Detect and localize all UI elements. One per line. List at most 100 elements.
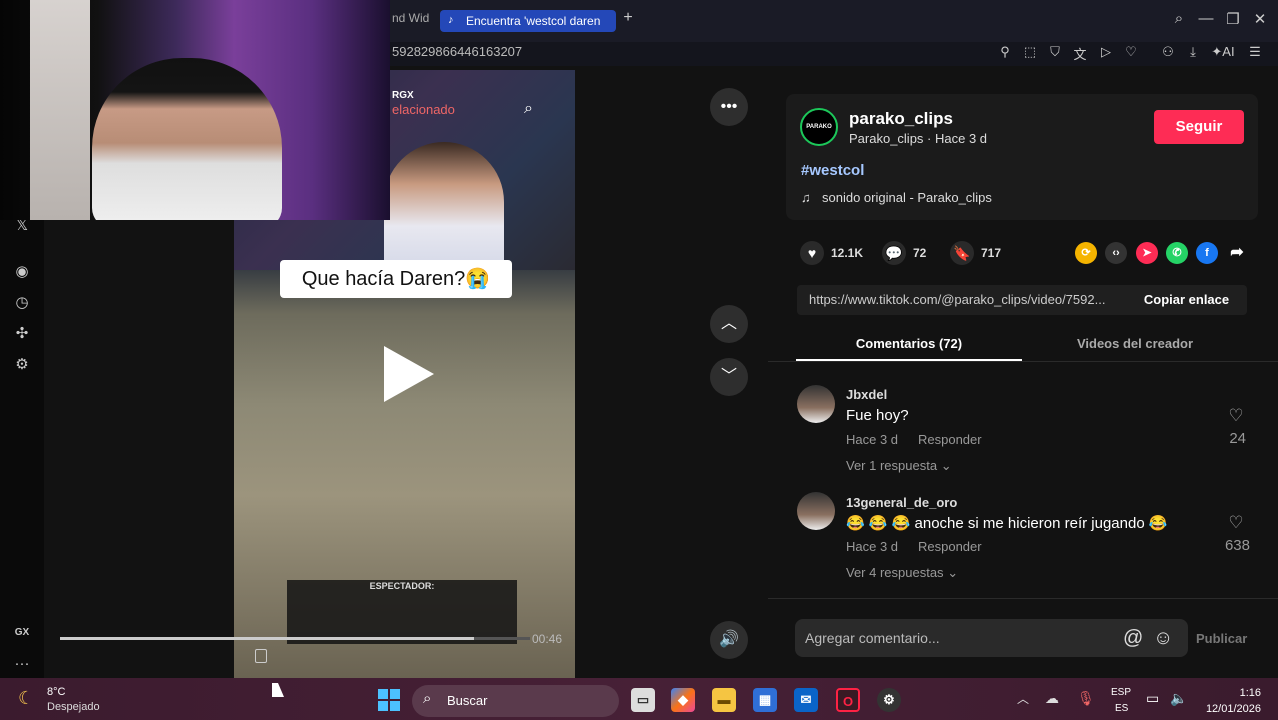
bookmark-icon[interactable]: 🔖 — [950, 241, 974, 265]
copilot-icon[interactable]: ◆ — [671, 688, 695, 712]
tab-previous[interactable]: nd Wid — [392, 11, 429, 25]
maximize-icon[interactable]: ❐ — [1223, 10, 1243, 28]
reply-button[interactable]: Responder — [918, 432, 982, 447]
previous-video-button[interactable]: ︿ — [710, 305, 748, 343]
close-icon[interactable]: ✕ — [1250, 10, 1270, 28]
tab-active[interactable]: ♪ Encuentra 'westcol daren — [440, 10, 616, 32]
minimize-icon[interactable]: — — [1196, 10, 1216, 27]
whatsapp-icon[interactable]: ✆ — [1166, 242, 1188, 264]
play-icon[interactable]: ▷ — [1097, 44, 1115, 60]
mention-icon[interactable]: @ — [1123, 627, 1143, 650]
extensions-icon[interactable]: ✣ — [12, 324, 32, 342]
mouse-cursor — [272, 683, 284, 697]
search-icon: ⌕ — [423, 690, 432, 707]
share-arrow-icon[interactable]: ➦ — [1226, 242, 1248, 264]
comment-avatar[interactable] — [797, 385, 835, 423]
ai-button[interactable]: ✦AI — [1208, 44, 1238, 60]
settings-icon[interactable]: ⚙ — [12, 355, 32, 373]
tab-active-label: Encuentra 'westcol daren — [466, 14, 601, 28]
url-text[interactable]: 592829866446163207 — [392, 44, 522, 59]
clock-date[interactable]: 12/01/2026 — [1201, 703, 1261, 715]
heart-icon[interactable]: ♡ — [1122, 44, 1140, 60]
author-avatar[interactable]: PARAKO — [800, 108, 838, 146]
volume-icon[interactable]: 🔈 — [1170, 690, 1187, 707]
weather-desc[interactable]: Despejado — [47, 701, 100, 713]
shield-icon[interactable]: ⛉ — [1046, 44, 1064, 60]
history-icon[interactable]: ◷ — [12, 293, 32, 311]
comment-text: Fue hoy? — [846, 407, 909, 424]
screen: nd Wid ♪ Encuentra 'westcol daren + ⌕ — … — [0, 0, 1278, 720]
taskbar-search[interactable] — [412, 685, 619, 717]
emoji-icon[interactable]: ☺ — [1153, 627, 1173, 650]
comment-time: Hace 3 d — [846, 539, 899, 554]
view-replies-button[interactable]: Ver 4 respuestas ⌄ — [846, 565, 958, 581]
taskbar-search-label: Buscar — [447, 693, 488, 708]
language-code[interactable]: ESP — [1111, 687, 1131, 698]
facebook-icon[interactable]: f — [1196, 242, 1218, 264]
comment-username[interactable]: 13general_de_oro — [846, 495, 957, 510]
new-tab-button[interactable]: + — [620, 9, 636, 27]
onedrive-icon[interactable]: ☁ — [1045, 690, 1059, 707]
search-icon[interactable]: ⌕ — [1169, 10, 1189, 27]
comment-like-icon[interactable]: ♡ — [1226, 406, 1246, 426]
copy-link-button[interactable]: Copiar enlace — [1126, 285, 1247, 315]
file-explorer-icon[interactable]: ▬ — [712, 688, 736, 712]
view-replies-button[interactable]: Ver 1 respuesta ⌄ — [846, 458, 952, 474]
play-icon[interactable] — [384, 346, 434, 402]
player-icon[interactable]: ◉ — [12, 262, 32, 280]
keyboard-layout[interactable]: ES — [1115, 703, 1128, 714]
translate-icon[interactable]: 文 — [1071, 44, 1089, 63]
embed-icon[interactable]: ‹› — [1105, 242, 1127, 264]
author-subline: Parako_clips · Hace 3 d — [849, 131, 988, 146]
reply-button[interactable]: Responder — [918, 539, 982, 554]
download-icon[interactable]: ⤓ — [1184, 44, 1202, 60]
next-video-button[interactable]: ﹀ — [710, 358, 748, 396]
comment-username[interactable]: Jbxdel — [846, 387, 887, 402]
clock-time[interactable]: 1:16 — [1201, 687, 1261, 699]
outlook-icon[interactable]: ✉ — [794, 688, 818, 712]
tray-chevron-up-icon[interactable]: ︿ — [1017, 690, 1029, 707]
publish-button[interactable]: Publicar — [1196, 631, 1247, 646]
author-username[interactable]: parako_clips — [849, 109, 953, 129]
comment-like-icon[interactable]: ♡ — [1226, 513, 1246, 533]
follow-button[interactable]: Seguir — [1154, 110, 1244, 144]
moon-icon[interactable]: ☾ — [18, 688, 34, 709]
sound-link[interactable]: sonido original - Parako_clips — [822, 190, 992, 205]
repost-icon[interactable]: ⟳ — [1075, 242, 1097, 264]
comment-placeholder[interactable]: Agregar comentario... — [805, 630, 940, 646]
windows-start-icon[interactable] — [378, 689, 400, 711]
task-view-icon[interactable]: ▭ — [631, 688, 655, 712]
address-bar[interactable] — [390, 42, 1278, 66]
send-icon[interactable]: ➤ — [1136, 242, 1158, 264]
tab-creator-videos[interactable]: Videos del creador — [1022, 336, 1248, 351]
opera-gx-icon[interactable]: O — [836, 688, 860, 712]
chevron-down-icon: ⌄ — [947, 565, 959, 580]
store-icon[interactable]: ▦ — [753, 688, 777, 712]
steam-icon[interactable]: ⚙ — [877, 688, 901, 712]
comment-avatar[interactable] — [797, 492, 835, 530]
webcam-person — [92, 58, 282, 220]
comment-bubble-icon[interactable]: 💬 — [882, 241, 906, 265]
more-icon[interactable]: ··· — [12, 655, 32, 672]
webcam-background-door — [30, 0, 90, 220]
more-options-button[interactable]: ••• — [710, 88, 748, 126]
tab-comments[interactable]: Comentarios (72) — [796, 336, 1022, 351]
microphone-icon[interactable]: 🎙 — [1077, 690, 1095, 707]
hashtag-link[interactable]: #westcol — [801, 162, 864, 179]
view-replies-label: Ver 4 respuestas — [846, 565, 944, 580]
spectator-label: ESPECTADOR: — [369, 581, 435, 591]
account-icon[interactable]: ⚇ — [1159, 44, 1177, 60]
game-weapon-image — [574, 530, 575, 650]
network-icon[interactable]: ▭ — [1146, 690, 1159, 707]
pin-icon[interactable]: ⚲ — [996, 44, 1014, 60]
search-icon[interactable]: ⌕ — [524, 100, 533, 118]
menu-icon[interactable]: ☰ — [1246, 44, 1264, 60]
snapshot-icon[interactable]: ⬚ — [1021, 44, 1039, 60]
volume-button[interactable]: 🔊 — [710, 621, 748, 659]
lock-icon[interactable] — [255, 649, 267, 663]
video-watermark: RGX — [392, 90, 414, 101]
video-link[interactable]: https://www.tiktok.com/@parako_clips/vid… — [809, 292, 1127, 307]
like-heart-icon[interactable]: ♥ — [800, 241, 824, 265]
weather-temp[interactable]: 8°C — [47, 686, 65, 698]
gx-label[interactable]: GX — [12, 627, 32, 638]
